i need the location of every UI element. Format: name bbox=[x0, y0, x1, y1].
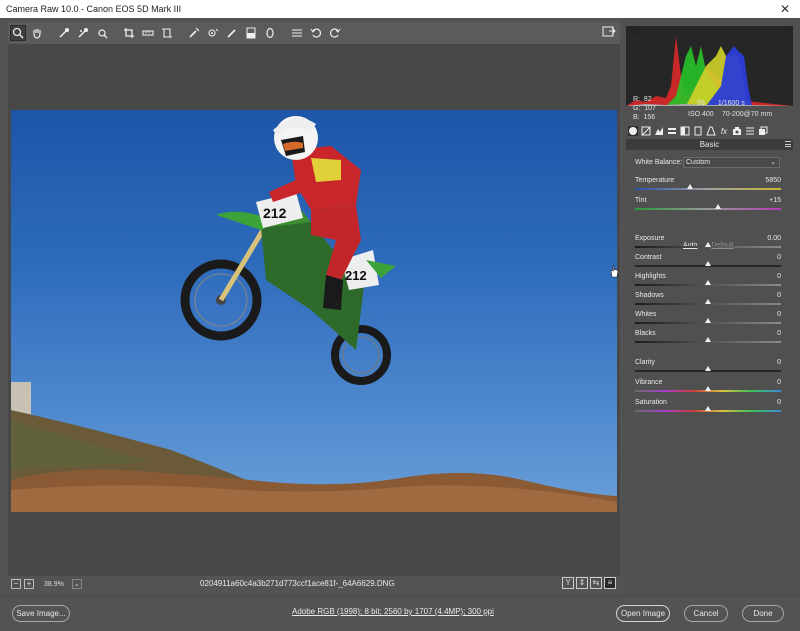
effects-tab-icon[interactable]: fx bbox=[719, 126, 729, 136]
slider-thumb[interactable] bbox=[705, 261, 711, 266]
slider-thumb[interactable] bbox=[715, 204, 722, 209]
slider-thumb[interactable] bbox=[705, 337, 711, 342]
preferences-icon[interactable] bbox=[289, 25, 305, 41]
blacks-slider[interactable]: Blacks 0 bbox=[635, 330, 781, 348]
save-image-button[interactable]: Save Image... bbox=[12, 605, 70, 622]
slider-thumb[interactable] bbox=[705, 366, 711, 371]
slider-thumb[interactable] bbox=[705, 386, 711, 391]
bottom-bar: Save Image... Adobe RGB (1998); 8 bit; 2… bbox=[0, 596, 800, 631]
slider-thumb[interactable] bbox=[687, 184, 694, 189]
rotate-cw-icon[interactable] bbox=[327, 25, 343, 41]
white-balance-select[interactable]: Custom ⌄ bbox=[683, 157, 780, 168]
slider-thumb[interactable] bbox=[705, 242, 711, 247]
camera-info: f/8 1/1600 s ISO 400 70-200@70 mm bbox=[688, 98, 772, 120]
temperature-slider[interactable]: Temperature 5850 bbox=[635, 177, 781, 195]
chevron-down-icon: ⌄ bbox=[770, 159, 776, 166]
side-number-plate: 212 bbox=[345, 268, 367, 283]
tint-slider[interactable]: Tint +15 bbox=[635, 197, 781, 215]
swap-settings-icon[interactable]: ⇕ bbox=[576, 577, 588, 589]
zoom-tool-icon[interactable] bbox=[10, 25, 26, 41]
zoom-in-button[interactable]: + bbox=[24, 579, 34, 589]
hand-cursor-icon bbox=[610, 265, 619, 278]
saturation-slider[interactable]: Saturation 0 bbox=[635, 399, 781, 417]
zoom-level: 38.9% bbox=[44, 580, 64, 588]
highlights-slider[interactable]: Highlights 0 bbox=[635, 273, 781, 291]
slider-thumb[interactable] bbox=[705, 280, 711, 285]
shutter-speed: 1/1600 s bbox=[717, 100, 745, 107]
b-value: 156 bbox=[643, 114, 656, 121]
shadow-clipping-warning-icon[interactable] bbox=[630, 28, 638, 34]
hsl-tab-icon[interactable] bbox=[667, 126, 677, 136]
transform-tool-icon[interactable] bbox=[159, 25, 175, 41]
g-value: 107 bbox=[644, 105, 656, 112]
open-image-button[interactable]: Open Image bbox=[616, 605, 670, 622]
cancel-button[interactable]: Cancel bbox=[684, 605, 728, 622]
targeted-adjustment-tool-icon[interactable] bbox=[94, 25, 110, 41]
aperture: f/8 bbox=[697, 100, 705, 107]
before-after-toggle-icon[interactable]: Y bbox=[562, 577, 574, 589]
radial-filter-tool-icon[interactable] bbox=[262, 25, 278, 41]
tool-bar bbox=[8, 22, 620, 44]
vibrance-slider[interactable]: Vibrance 0 bbox=[635, 379, 781, 397]
detail-tab-icon[interactable] bbox=[654, 126, 664, 136]
view-settings-icon[interactable]: ≡ bbox=[604, 577, 616, 589]
zoom-out-button[interactable]: − bbox=[11, 579, 21, 589]
graduated-filter-tool-icon[interactable] bbox=[243, 25, 259, 41]
rgb-readout: R: 82 G: 107 B: 156 bbox=[633, 96, 656, 121]
camera-calibration-tab-icon[interactable] bbox=[732, 126, 742, 136]
clarity-slider[interactable]: Clarity 0 bbox=[635, 359, 781, 377]
slider-thumb[interactable] bbox=[705, 406, 711, 411]
crop-tool-icon[interactable] bbox=[121, 25, 137, 41]
adjustments-panel: R: 82 G: 107 B: 156 f/8 1/1600 s ISO 400… bbox=[623, 18, 800, 596]
done-button[interactable]: Done bbox=[742, 605, 784, 622]
view-mode-buttons: Y ⇕ ⇆ ≡ bbox=[560, 577, 616, 589]
image-preview-area: 212 212 bbox=[8, 44, 620, 576]
copy-settings-icon[interactable]: ⇆ bbox=[590, 577, 602, 589]
fullscreen-toggle-icon[interactable] bbox=[602, 25, 616, 39]
highlight-clipping-warning-icon[interactable] bbox=[781, 28, 789, 34]
adjustment-brush-tool-icon[interactable] bbox=[224, 25, 240, 41]
whites-slider[interactable]: Whites 0 bbox=[635, 311, 781, 329]
slider-thumb[interactable] bbox=[705, 299, 711, 304]
white-balance-tool-icon[interactable] bbox=[56, 25, 72, 41]
hand-tool-icon[interactable] bbox=[29, 25, 45, 41]
file-name: 0204911a60c4a3b271d773ccf1ace81f-_64A662… bbox=[200, 579, 395, 588]
close-icon[interactable]: ✕ bbox=[780, 2, 790, 16]
transform-tab-icon[interactable] bbox=[706, 126, 716, 136]
title-bar: Camera Raw 10.0 - Canon EOS 5D Mark III … bbox=[0, 0, 800, 18]
photo-scene: 212 212 bbox=[11, 116, 617, 512]
slider-thumb[interactable] bbox=[705, 318, 711, 323]
r-value: 82 bbox=[643, 96, 652, 103]
zoom-dropdown-icon[interactable]: ⌄ bbox=[71, 579, 82, 589]
color-sampler-tool-icon[interactable] bbox=[75, 25, 91, 41]
lens: 70-200@70 mm bbox=[721, 111, 773, 118]
straighten-tool-icon[interactable] bbox=[140, 25, 156, 41]
section-header: Basic bbox=[626, 139, 793, 150]
front-number-plate: 212 bbox=[263, 205, 287, 221]
basic-tab-icon[interactable] bbox=[628, 126, 638, 136]
spot-removal-tool-icon[interactable] bbox=[186, 25, 202, 41]
tone-curve-tab-icon[interactable] bbox=[641, 126, 651, 136]
section-title: Basic bbox=[699, 140, 720, 149]
exposure-slider[interactable]: Exposure 0.00 bbox=[635, 235, 781, 253]
section-menu-icon[interactable] bbox=[785, 141, 791, 147]
window-title: Camera Raw 10.0 - Canon EOS 5D Mark III bbox=[6, 4, 182, 14]
snapshots-tab-icon[interactable] bbox=[758, 126, 768, 136]
red-eye-tool-icon[interactable] bbox=[205, 25, 221, 41]
split-toning-tab-icon[interactable] bbox=[680, 126, 690, 136]
status-bar: − + 38.9% ⌄ 0204911a60c4a3b271d773ccf1ac… bbox=[8, 576, 620, 592]
lens-corrections-tab-icon[interactable] bbox=[693, 126, 703, 136]
shadows-slider[interactable]: Shadows 0 bbox=[635, 292, 781, 310]
motocross-photo: 212 212 bbox=[11, 110, 617, 512]
image-info: R: 82 G: 107 B: 156 f/8 1/1600 s ISO 400… bbox=[626, 93, 793, 123]
contrast-slider[interactable]: Contrast 0 bbox=[635, 254, 781, 272]
workflow-options-link[interactable]: Adobe RGB (1998); 8 bit; 2560 by 1707 (4… bbox=[292, 607, 494, 616]
presets-tab-icon[interactable] bbox=[745, 126, 755, 136]
rotate-ccw-icon[interactable] bbox=[308, 25, 324, 41]
iso: ISO 400 bbox=[688, 111, 714, 118]
white-balance-label: White Balance: bbox=[635, 159, 683, 166]
panel-tabs: fx bbox=[626, 124, 793, 138]
